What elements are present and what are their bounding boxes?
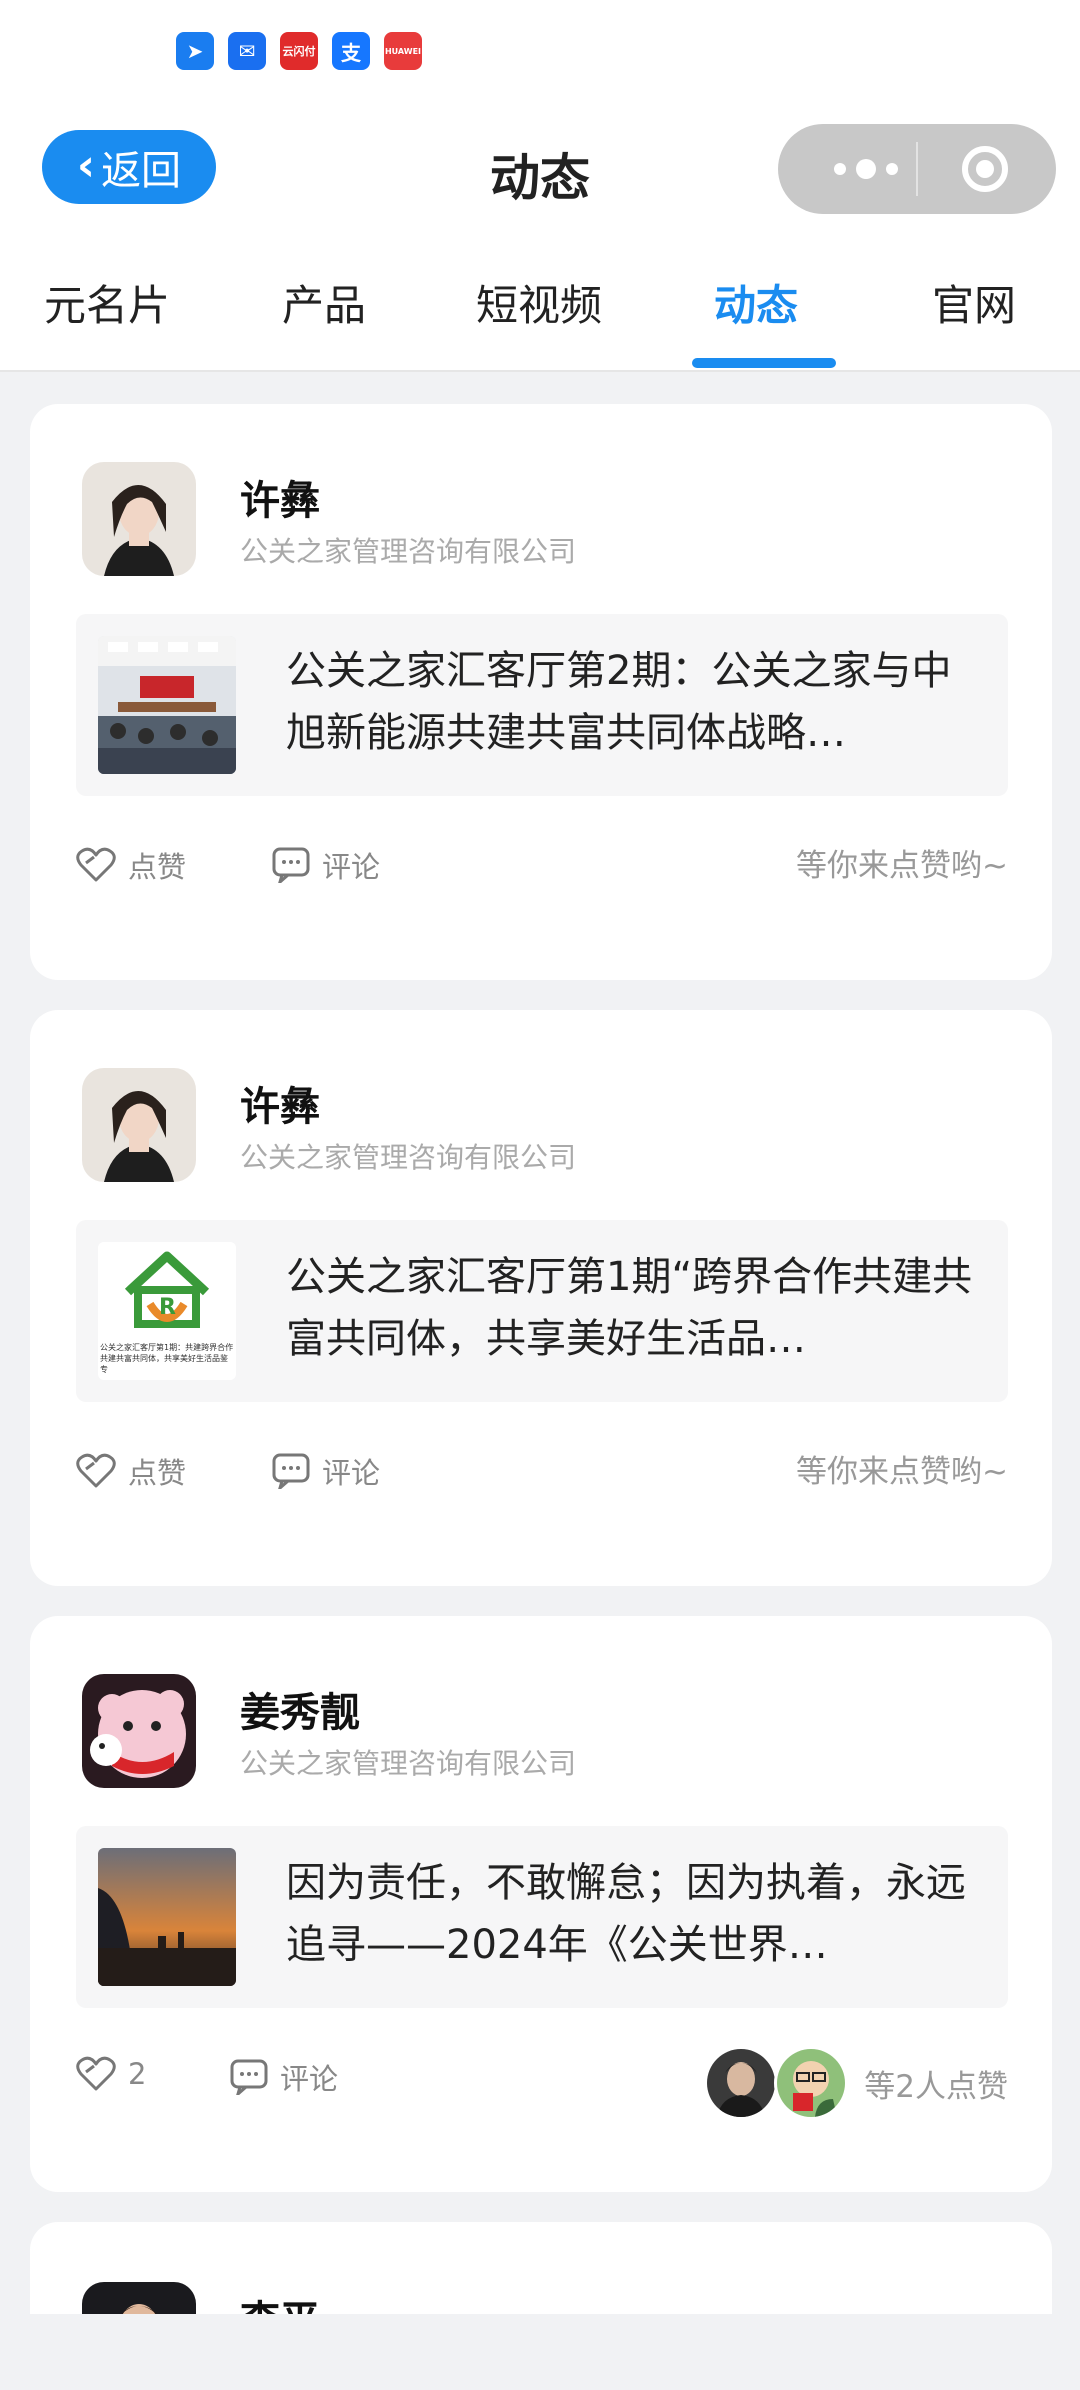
post-thumbnail: R 公关之家汇客厅第1期：共建跨界合作共建共富共同体，共享美好生活品鉴专 <box>98 1242 236 1380</box>
avatar[interactable] <box>82 462 196 576</box>
post-thumbnail <box>98 636 236 774</box>
like-button[interactable]: 2 <box>76 2056 146 2092</box>
mail-icon: ✉ <box>228 32 266 70</box>
like-label: 点赞 <box>128 850 187 884</box>
active-tab-indicator <box>692 358 836 368</box>
post-actions: 点赞 评论 等你来点赞哟~ <box>76 844 1008 894</box>
avatar[interactable] <box>82 1068 196 1182</box>
comment-label: 评论 <box>322 850 381 884</box>
author-name: 许彝 <box>240 1084 320 1130</box>
post-text: 公关之家汇客厅第1期“跨界合作共建共富共同体，共享美好生活品… <box>286 1254 973 1362</box>
author-company: 公关之家管理咨询有限公司 <box>240 535 577 568</box>
author-name: 许彝 <box>240 478 320 524</box>
comment-label: 评论 <box>280 2062 339 2096</box>
author-company: 公关之家管理咨询有限公司 <box>240 1747 577 1780</box>
huawei-store-icon: HUAWEI <box>384 32 422 70</box>
comment-button[interactable]: 评论 <box>272 844 380 886</box>
top-bar: ➤ ✉ 云闪付 支 HUAWEI ‹ 返回 动态 元名片 产品 短视频 动态 官… <box>0 0 1080 372</box>
yunshanfu-icon: 云闪付 <box>280 32 318 70</box>
post-actions: 点赞 评论 等你来点赞哟~ <box>76 1450 1008 1500</box>
likers-summary[interactable]: 等2人点赞 <box>704 2046 1008 2120</box>
heart-icon <box>76 847 116 882</box>
post-card: 姜秀靓 公关之家管理咨询有限公司 因为责任，不敢懈怠；因为执着，永远追寻——20… <box>30 1616 1052 2192</box>
liker-avatar <box>704 2046 779 2120</box>
house-logo-icon: R <box>98 1242 236 1342</box>
more-options-button[interactable] <box>818 148 914 190</box>
like-button[interactable]: 点赞 <box>76 844 186 886</box>
post-link[interactable]: 因为责任，不敢懈怠；因为执着，永远追寻——2024年《公关世界… <box>76 1826 1008 2008</box>
author-name: 姜秀靓 <box>240 1690 360 1736</box>
alipay-icon: 支 <box>332 32 370 70</box>
comment-button[interactable]: 评论 <box>272 1450 380 1492</box>
comment-button[interactable]: 评论 <box>230 2056 338 2098</box>
comment-icon <box>272 1453 310 1489</box>
post-actions: 2 评论 等2人点赞 <box>76 2046 1008 2120</box>
post-card: 许彝 公关之家管理咨询有限公司 公关之家汇客厅第2期：公关之家与中旭新能源共建共… <box>30 404 1052 980</box>
comment-label: 评论 <box>322 1456 381 1490</box>
like-label: 点赞 <box>128 1456 187 1490</box>
tab-short-video[interactable]: 短视频 <box>476 272 602 333</box>
comment-icon <box>230 2059 268 2095</box>
post-text: 公关之家汇客厅第2期：公关之家与中旭新能源共建共富共同体战略… <box>286 648 952 756</box>
tab-bar: 元名片 产品 短视频 动态 官网 <box>0 262 1080 372</box>
close-miniprogram-icon[interactable] <box>962 146 1008 192</box>
post-card: 许彝 公关之家管理咨询有限公司 R 公关之家汇客厅第1期：共建跨界合作共建共富共… <box>30 1010 1052 1586</box>
post-card: 李平 <box>30 2222 1052 2390</box>
post-thumbnail <box>98 1848 236 1986</box>
like-hint: 等你来点赞哟~ <box>796 848 1008 884</box>
pointer-app-icon: ➤ <box>176 32 214 70</box>
tab-card[interactable]: 元名片 <box>44 272 170 333</box>
like-hint: 等你来点赞哟~ <box>796 1454 1008 1490</box>
post-link[interactable]: 公关之家汇客厅第2期：公关之家与中旭新能源共建共富共同体战略… <box>76 614 1008 796</box>
tab-moments[interactable]: 动态 <box>714 272 798 333</box>
avatar[interactable] <box>82 1674 196 1788</box>
miniprogram-capsule <box>778 124 1056 214</box>
liker-avatar <box>774 2046 849 2120</box>
like-count: 2 <box>128 2057 147 2091</box>
heart-icon <box>76 1453 116 1488</box>
post-text: 因为责任，不敢懈怠；因为执着，永远追寻——2024年《公关世界… <box>286 1860 966 1968</box>
svg-text:R: R <box>159 1295 176 1320</box>
author-company: 公关之家管理咨询有限公司 <box>240 1141 577 1174</box>
status-bar-icons: ➤ ✉ 云闪付 支 HUAWEI <box>176 32 422 70</box>
comment-icon <box>272 847 310 883</box>
like-button[interactable]: 点赞 <box>76 1450 186 1492</box>
heart-icon <box>76 2056 116 2091</box>
post-link[interactable]: R 公关之家汇客厅第1期：共建跨界合作共建共富共同体，共享美好生活品鉴专 公关之… <box>76 1220 1008 1402</box>
tab-website[interactable]: 官网 <box>932 272 1016 333</box>
likers-text: 等2人点赞 <box>864 2068 1008 2105</box>
thumbnail-caption: 公关之家汇客厅第1期：共建跨界合作共建共富共同体，共享美好生活品鉴专 <box>100 1343 234 1374</box>
tab-products[interactable]: 产品 <box>282 272 366 333</box>
